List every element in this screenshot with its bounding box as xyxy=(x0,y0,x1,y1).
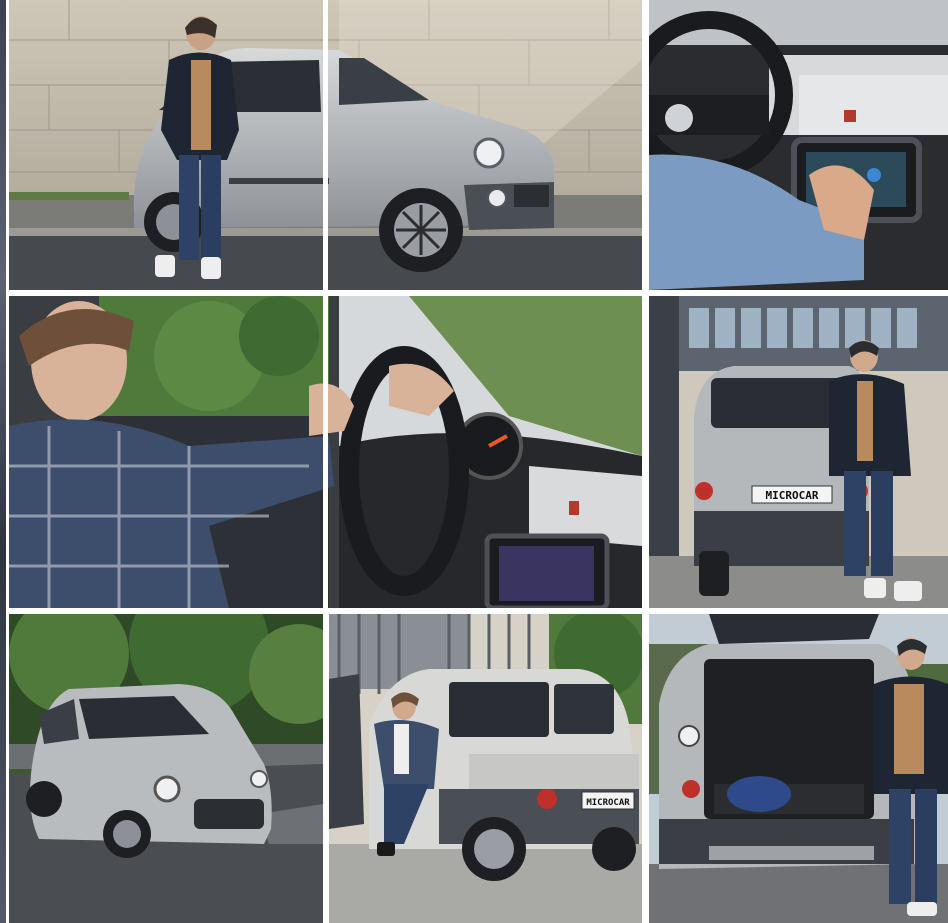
photo-boy-beside-car-street[interactable] xyxy=(9,0,642,290)
gallery-left-edge xyxy=(0,0,6,923)
photo-boy-exiting-car[interactable]: MICROCAR xyxy=(329,614,642,923)
license-plate-text: MICROCAR xyxy=(586,798,630,808)
license-plate-text: MICROCAR xyxy=(766,489,819,502)
photo-rear-view-microcar[interactable]: MICROCAR xyxy=(649,296,948,608)
photo-car-driving-road[interactable] xyxy=(9,614,323,923)
photo-dashboard-touchscreen[interactable] xyxy=(649,0,948,290)
photo-boy-driving[interactable] xyxy=(9,296,642,608)
photo-boy-open-trunk[interactable] xyxy=(649,614,948,923)
